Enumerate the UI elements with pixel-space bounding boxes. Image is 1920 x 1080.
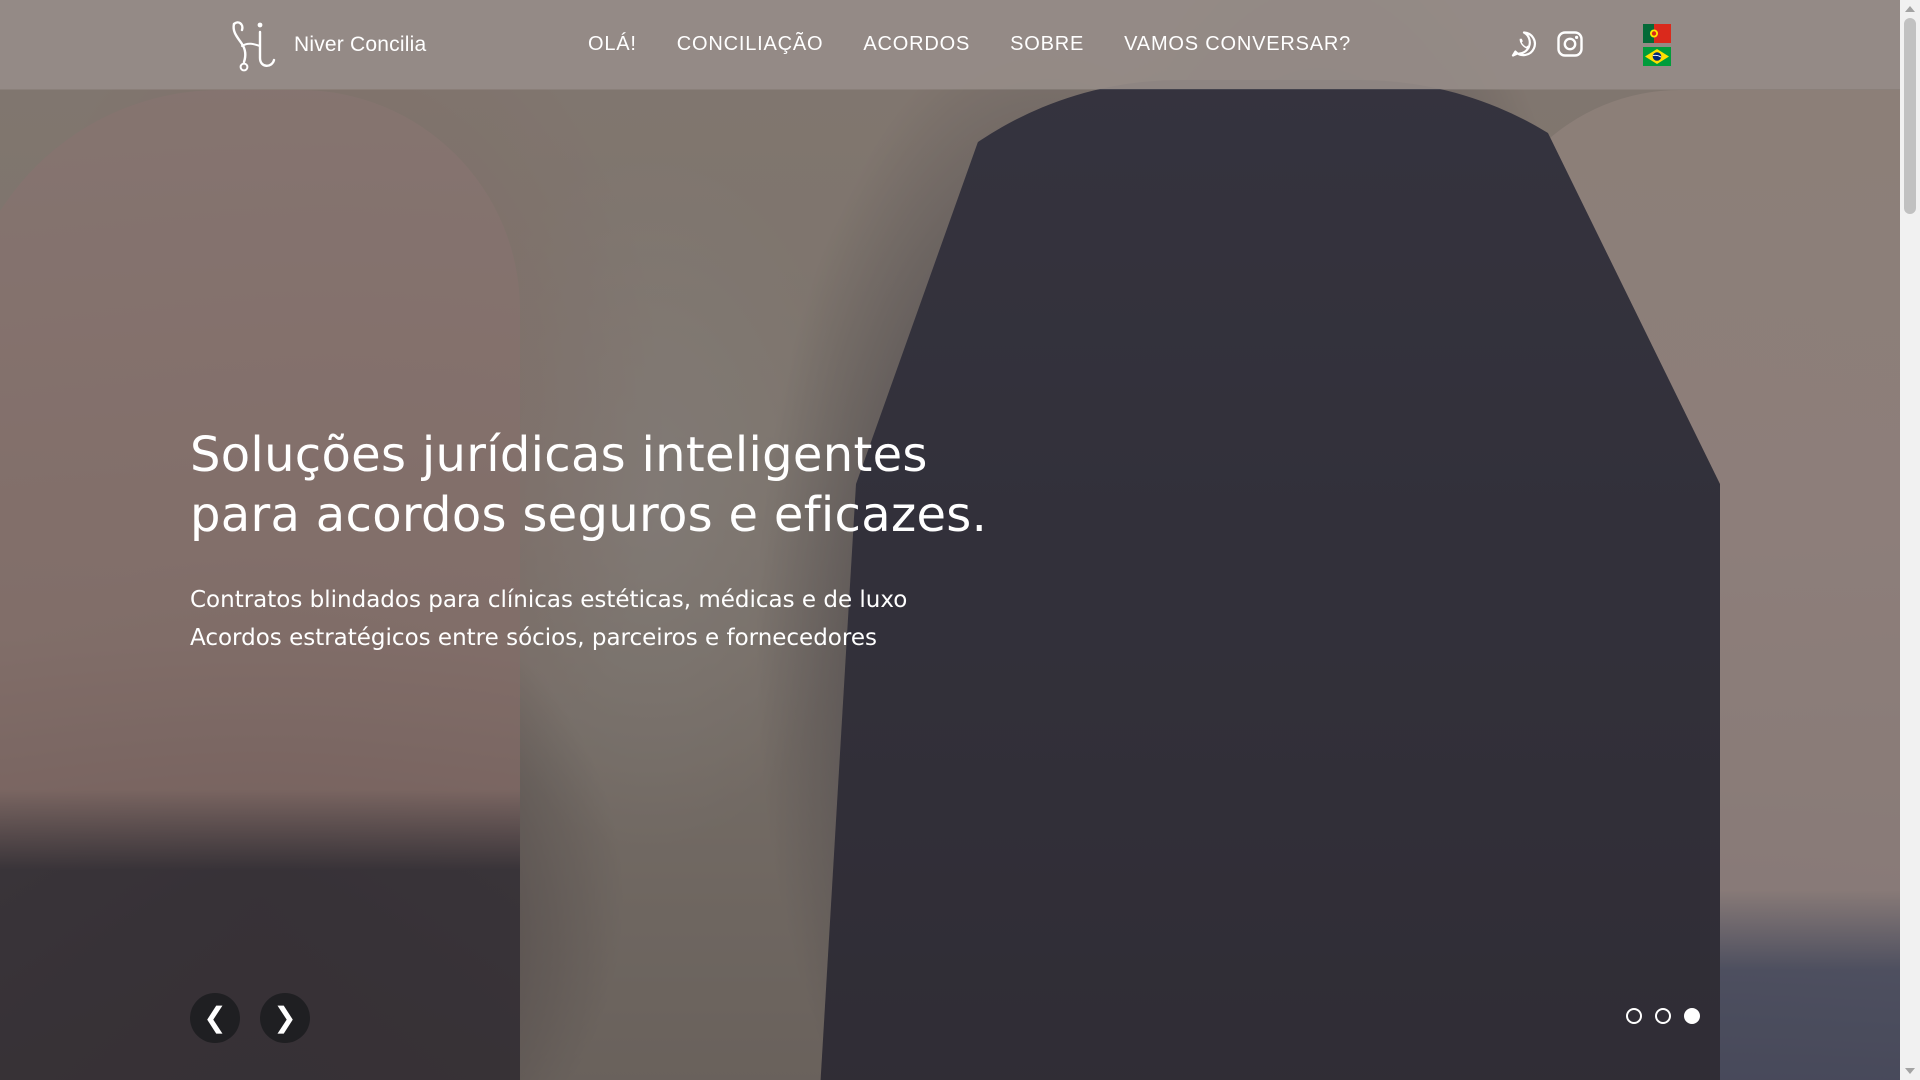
page: Niver Concilia OLÁ! CONCILIAÇÃO ACORDOS … (0, 0, 1920, 1080)
instagram-icon[interactable] (1556, 30, 1584, 58)
carousel-dot-2[interactable] (1655, 1008, 1671, 1024)
hero-subtitle-line: Acordos estratégicos entre sócios, parce… (190, 625, 877, 651)
brand[interactable]: Niver Concilia (228, 18, 426, 72)
scroll-up-arrow-icon[interactable] (1905, 6, 1915, 12)
carousel-next-button[interactable]: ❯ (260, 993, 310, 1043)
carousel-dot-3[interactable] (1684, 1008, 1700, 1024)
hero-title: Soluções jurídicas inteligentes para aco… (190, 425, 1070, 545)
nav-item-vamos-conversar[interactable]: VAMOS CONVERSAR? (1124, 33, 1351, 56)
whatsapp-icon[interactable] (1510, 30, 1538, 58)
hero-title-line: para acordos seguros e eficazes. (190, 487, 988, 543)
nav-item-ola[interactable]: OLÁ! (588, 33, 637, 56)
hero-title-line: Soluções jurídicas inteligentes (190, 427, 928, 483)
nav-item-acordos[interactable]: ACORDOS (863, 33, 970, 56)
carousel-dot-1[interactable] (1626, 1008, 1642, 1024)
nav-item-sobre[interactable]: SOBRE (1010, 33, 1084, 56)
brand-name[interactable]: Niver Concilia (294, 33, 426, 57)
site-header: Niver Concilia OLÁ! CONCILIAÇÃO ACORDOS … (0, 0, 1900, 89)
hero-subtitle-line: Contratos blindados para clínicas estéti… (190, 587, 908, 613)
main-nav: OLÁ! CONCILIAÇÃO ACORDOS SOBRE VAMOS CON… (588, 0, 1351, 89)
carousel-prev-button[interactable]: ❮ (190, 993, 240, 1043)
carousel-indicators (1626, 1008, 1700, 1024)
monogram-logo-icon[interactable] (228, 18, 280, 72)
flag-portugal-icon[interactable] (1643, 24, 1671, 43)
hero-content: Soluções jurídicas inteligentes para aco… (190, 425, 1070, 657)
scrollbar-thumb[interactable] (1904, 18, 1916, 214)
hero-subtitle: Contratos blindados para clínicas estéti… (190, 581, 1070, 657)
social-links (1510, 30, 1584, 58)
language-switcher (1643, 24, 1671, 66)
nav-item-conciliacao[interactable]: CONCILIAÇÃO (677, 33, 824, 56)
flag-brazil-icon[interactable] (1643, 47, 1671, 66)
page-scrollbar[interactable] (1900, 0, 1920, 1080)
scroll-down-arrow-icon[interactable] (1905, 1068, 1915, 1074)
